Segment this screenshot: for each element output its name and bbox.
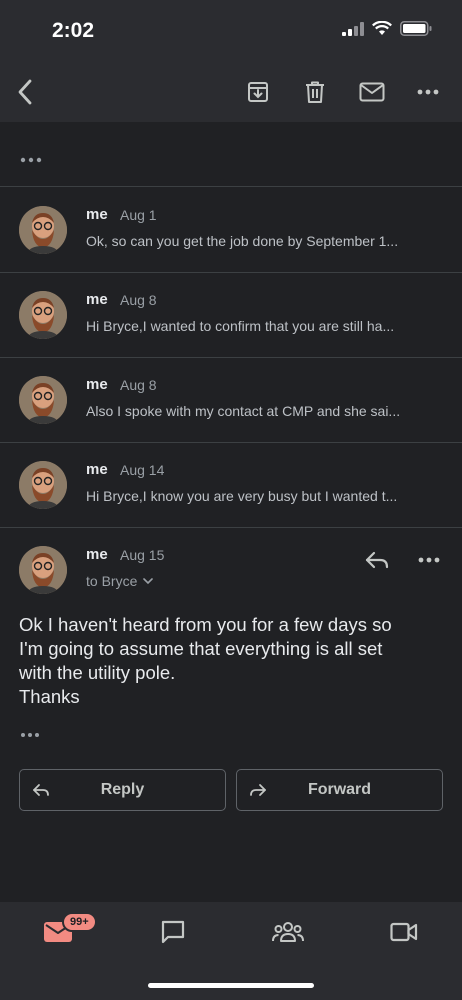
message-row[interactable]: me Aug 14 Hi Bryce,I know you are very b… (0, 443, 462, 528)
forward-button[interactable]: Forward (236, 769, 443, 811)
message-more-button[interactable] (414, 548, 444, 572)
reply-button[interactable]: Reply (19, 769, 226, 811)
forward-icon (250, 784, 266, 796)
recipient-label: to Bryce (86, 573, 138, 589)
cellular-signal-icon (342, 21, 364, 36)
message-sender: me (86, 461, 108, 478)
message-body-line: Thanks (19, 686, 80, 707)
avatar (19, 206, 67, 254)
avatar (19, 291, 67, 339)
message-sender: me (86, 546, 108, 563)
delete-button[interactable] (297, 74, 333, 110)
message-body-line: I'm going to assume that everything is a… (19, 638, 383, 659)
message-date: Aug 15 (120, 547, 165, 563)
message-body: Ok I haven't heard from you for a few da… (19, 613, 449, 709)
open-message-header: me Aug 15 to Bryce (0, 528, 462, 608)
reply-icon (365, 551, 389, 569)
recipient-details-toggle[interactable]: to Bryce (86, 573, 154, 589)
chat-icon (161, 920, 185, 944)
more-horizontal-icon (21, 733, 39, 737)
message-date: Aug 8 (120, 292, 157, 308)
message-date: Aug 1 (120, 207, 157, 223)
mail-unread-badge: 99+ (62, 912, 97, 932)
archive-button[interactable] (240, 74, 276, 110)
forward-label: Forward (307, 781, 372, 798)
mark-unread-button[interactable] (354, 74, 390, 110)
show-trimmed-content[interactable] (20, 725, 40, 743)
back-button[interactable] (8, 74, 44, 110)
message-row[interactable]: me Aug 8 Also I spoke with my contact at… (0, 358, 462, 443)
message-row[interactable]: me Aug 8 Hi Bryce,I wanted to confirm th… (0, 273, 462, 358)
toolbar (0, 62, 462, 122)
home-indicator (148, 983, 314, 988)
message-row[interactable]: me Aug 1 Ok, so can you get the job done… (0, 187, 462, 272)
expand-collapsed-messages[interactable] (20, 150, 42, 168)
nav-chat[interactable] (155, 916, 191, 948)
video-camera-icon (390, 922, 418, 942)
avatar (19, 376, 67, 424)
message-date: Aug 14 (120, 462, 165, 478)
more-options-button[interactable] (410, 74, 446, 110)
reply-label: Reply (100, 781, 145, 798)
message-snippet: Hi Bryce,I know you are very busy but I … (86, 488, 398, 504)
status-icons (342, 21, 432, 36)
message-sender: me (86, 291, 108, 308)
avatar (19, 546, 67, 594)
mail-icon (359, 82, 385, 102)
nav-spaces[interactable] (270, 916, 306, 948)
nav-meet[interactable] (386, 916, 422, 948)
message-body-line: with the utility pole. (19, 662, 176, 683)
message-date: Aug 8 (120, 377, 157, 393)
chevron-down-icon (143, 577, 154, 584)
message-snippet: Also I spoke with my contact at CMP and … (86, 403, 401, 419)
reply-icon (33, 784, 49, 796)
status-time: 2:02 (52, 19, 95, 42)
battery-icon (400, 21, 432, 36)
more-horizontal-icon (417, 89, 439, 95)
more-horizontal-icon (418, 557, 440, 563)
avatar (19, 461, 67, 509)
message-sender: me (86, 376, 108, 393)
more-horizontal-icon (20, 157, 42, 163)
back-arrow-icon (18, 79, 32, 105)
message-snippet: Hi Bryce,I wanted to confirm that you ar… (86, 318, 395, 334)
trash-icon (306, 81, 324, 103)
people-icon (272, 922, 304, 942)
status-bar: 2:02 (0, 0, 462, 62)
wifi-icon (372, 21, 392, 35)
archive-icon (248, 82, 268, 102)
message-body-line: Ok I haven't heard from you for a few da… (19, 614, 392, 635)
reply-icon-button[interactable] (361, 546, 393, 574)
message-snippet: Ok, so can you get the job done by Septe… (86, 233, 399, 249)
message-sender: me (86, 206, 108, 223)
